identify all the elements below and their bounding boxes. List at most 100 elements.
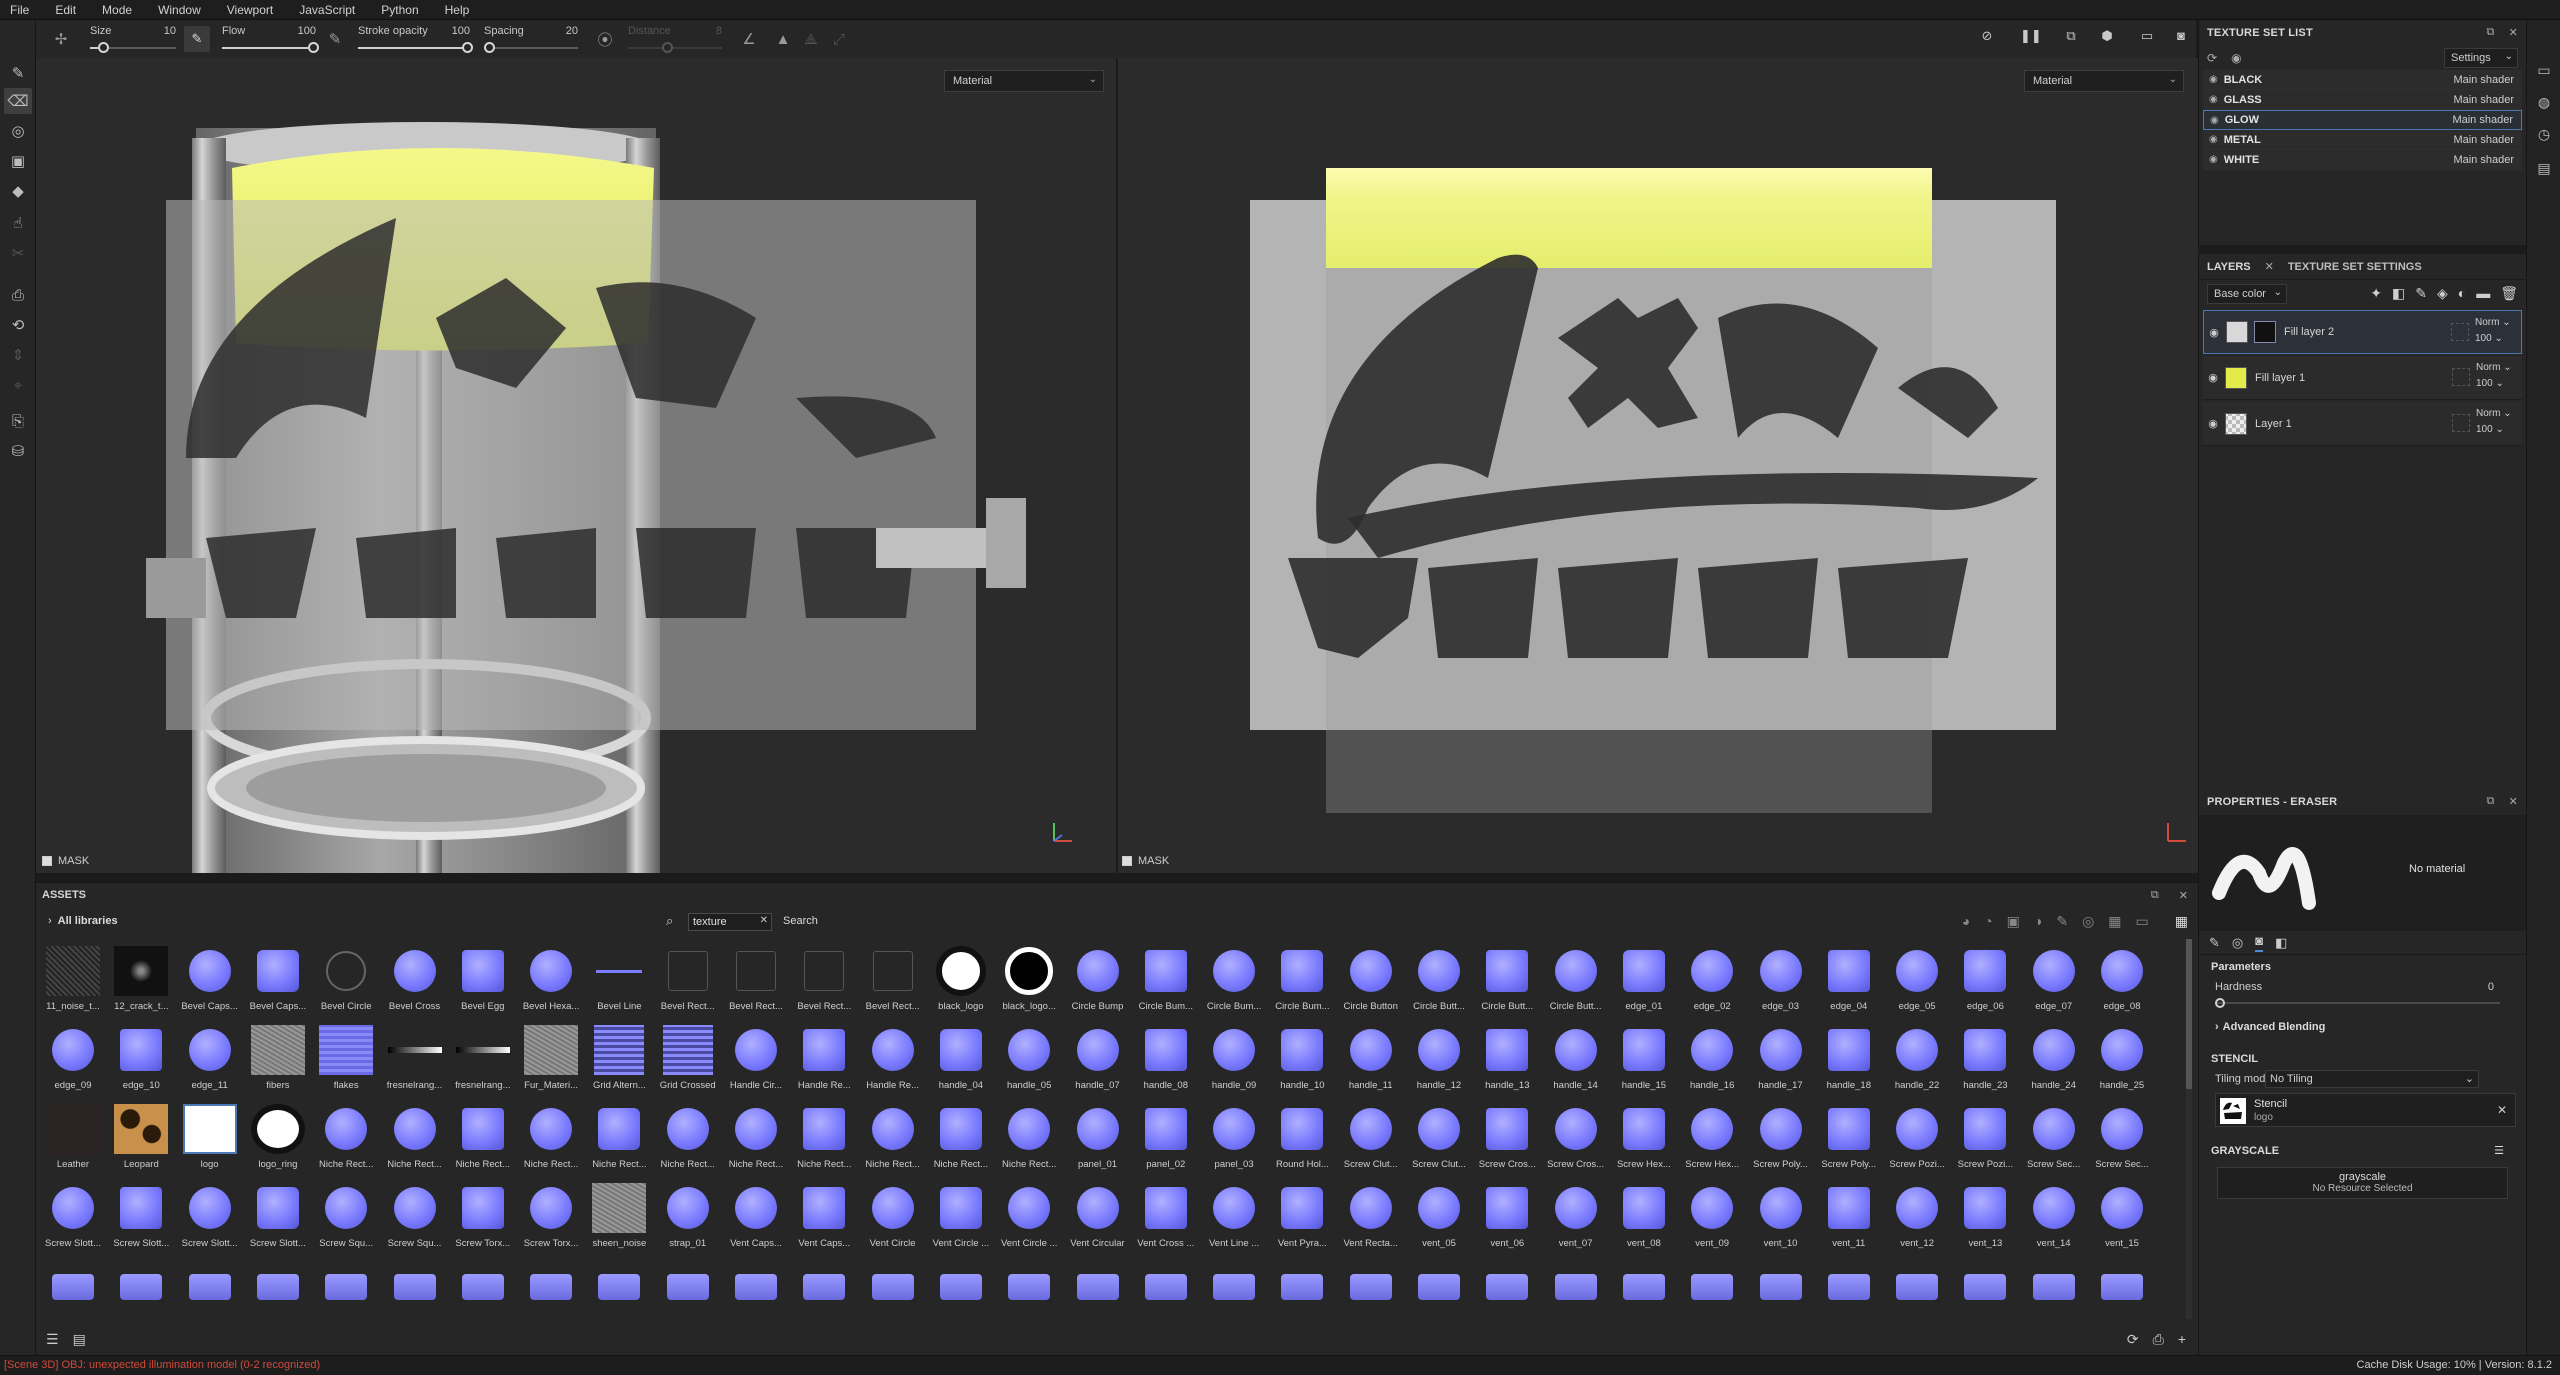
- asset-tile[interactable]: Screw Squ...: [313, 1176, 379, 1254]
- asset-tile[interactable]: handle_13: [1474, 1018, 1540, 1096]
- asset-tile[interactable]: edge_06: [1952, 939, 2018, 1017]
- asset-tile[interactable]: Niche Rect...: [860, 1097, 926, 1175]
- viewport-3d[interactable]: Material ⌄ MASK: [36, 58, 1116, 873]
- asset-tile[interactable]: [1269, 1255, 1335, 1321]
- asset-tile[interactable]: Bevel Rect...: [723, 939, 789, 1017]
- asset-tile[interactable]: Fur_Materi...: [518, 1018, 584, 1096]
- asset-tile[interactable]: Vent Circle ...: [928, 1176, 994, 1254]
- asset-tile[interactable]: strap_01: [655, 1176, 721, 1254]
- asset-tile[interactable]: Niche Rect...: [450, 1097, 516, 1175]
- asset-tile[interactable]: Bevel Cross: [382, 939, 448, 1017]
- close-icon[interactable]: ✕: [2509, 26, 2518, 39]
- texture-set-row[interactable]: ◉ GLASS Main shader: [2203, 90, 2522, 110]
- asset-tile[interactable]: Screw Slott...: [245, 1176, 311, 1254]
- asset-tile[interactable]: edge_09: [40, 1018, 106, 1096]
- add-smart-material-icon[interactable]: ◐: [2458, 285, 2466, 302]
- asset-tile[interactable]: handle_14: [1543, 1018, 1609, 1096]
- mirror-settings-icon[interactable]: ⤢: [828, 28, 850, 50]
- asset-tile[interactable]: edge_01: [1611, 939, 1677, 1017]
- layer-effects-slot[interactable]: [2452, 414, 2470, 432]
- asset-tile[interactable]: Vent Caps...: [791, 1176, 857, 1254]
- asset-tile[interactable]: logo: [177, 1097, 243, 1175]
- alpha-tab-icon[interactable]: ◙: [2255, 933, 2264, 952]
- asset-tile[interactable]: Niche Rect...: [996, 1097, 1062, 1175]
- asset-tile[interactable]: [723, 1255, 789, 1321]
- geometry-decal-tool-icon[interactable]: ▣: [4, 148, 32, 174]
- asset-tile[interactable]: vent_11: [1816, 1176, 1882, 1254]
- mirror-icon[interactable]: ▲: [772, 28, 794, 50]
- eye-icon[interactable]: ◉: [2203, 371, 2223, 384]
- spacing-slider-knob[interactable]: [484, 42, 495, 53]
- asset-tile[interactable]: logo_ring: [245, 1097, 311, 1175]
- library-icon[interactable]: ▤: [73, 1331, 86, 1348]
- grid-view-icon[interactable]: ▦: [2175, 913, 2188, 930]
- asset-tile[interactable]: Handle Re...: [860, 1018, 926, 1096]
- bake-tool-icon[interactable]: ⟲: [4, 312, 32, 338]
- filter-particles-icon[interactable]: ◎: [2082, 913, 2094, 930]
- asset-tile[interactable]: Bevel Hexa...: [518, 939, 584, 1017]
- close-icon[interactable]: ✕: [2265, 260, 2274, 273]
- asset-tile[interactable]: vent_13: [1952, 1176, 2018, 1254]
- asset-tile[interactable]: Circle Button: [1338, 939, 1404, 1017]
- close-icon[interactable]: ✕: [2179, 889, 2188, 902]
- filter-brushes-icon[interactable]: ✎: [2056, 913, 2068, 930]
- eye-icon[interactable]: ◉: [2209, 94, 2218, 105]
- asset-tile[interactable]: Circle Bum...: [1201, 939, 1267, 1017]
- asset-tile[interactable]: [1748, 1255, 1814, 1321]
- menu-python[interactable]: Python: [381, 3, 430, 17]
- screenshot-icon[interactable]: ◙: [2172, 28, 2190, 46]
- opacity-field[interactable]: 100 ⌄: [2476, 422, 2516, 438]
- viewport-3d-mode-select[interactable]: Material ⌄: [944, 70, 1104, 92]
- float-icon[interactable]: ⧉: [2487, 26, 2495, 39]
- hardness-slider[interactable]: [2215, 997, 2500, 1009]
- asset-tile[interactable]: Screw Slott...: [40, 1176, 106, 1254]
- display-settings-dock-icon[interactable]: ▭: [2535, 62, 2553, 80]
- texture-set-shader[interactable]: Main shader: [2453, 134, 2514, 146]
- eye-icon[interactable]: ◉: [2209, 154, 2218, 165]
- asset-tile[interactable]: Handle Re...: [791, 1018, 857, 1096]
- advanced-blending-toggle[interactable]: › Advanced Blending: [2199, 1017, 2526, 1037]
- asset-tile[interactable]: [245, 1255, 311, 1321]
- status-error-message[interactable]: [Scene 3D] OBJ: unexpected illumination …: [4, 1359, 320, 1371]
- layer-row[interactable]: ◉ Fill layer 2 Norm ⌄ 100 ⌄: [2203, 310, 2522, 354]
- layer-name[interactable]: Fill layer 2: [2284, 326, 2334, 338]
- asset-tile[interactable]: Circle Butt...: [1406, 939, 1472, 1017]
- asset-tile[interactable]: Circle Butt...: [1543, 939, 1609, 1017]
- asset-tile[interactable]: [1065, 1255, 1131, 1321]
- asset-tile[interactable]: [586, 1255, 652, 1321]
- asset-tile[interactable]: Grid Altern...: [586, 1018, 652, 1096]
- asset-tile[interactable]: Bevel Rect...: [860, 939, 926, 1017]
- asset-tile[interactable]: edge_11: [177, 1018, 243, 1096]
- symmetry-icon[interactable]: ✢: [50, 28, 72, 50]
- refresh-icon[interactable]: ⟳: [2207, 51, 2217, 65]
- texture-set-row[interactable]: ◉ WHITE Main shader: [2203, 150, 2522, 170]
- asset-tile[interactable]: [450, 1255, 516, 1321]
- asset-tile[interactable]: panel_02: [1133, 1097, 1199, 1175]
- float-icon[interactable]: ⧉: [2487, 795, 2495, 808]
- asset-tile[interactable]: Screw Hex...: [1679, 1097, 1745, 1175]
- asset-tile[interactable]: [860, 1255, 926, 1321]
- viewport-2d[interactable]: Material ⌄ MASK: [1118, 58, 2198, 873]
- asset-tile[interactable]: handle_12: [1406, 1018, 1472, 1096]
- menu-file[interactable]: File: [10, 3, 41, 17]
- clone-tool-icon[interactable]: ✂: [4, 240, 32, 266]
- asset-tile[interactable]: vent_12: [1884, 1176, 1950, 1254]
- asset-tile[interactable]: handle_08: [1133, 1018, 1199, 1096]
- asset-tile[interactable]: [1884, 1255, 1950, 1321]
- opacity-field[interactable]: 100 ⌄: [2476, 376, 2516, 392]
- asset-tile[interactable]: Screw Hex...: [1611, 1097, 1677, 1175]
- asset-tile[interactable]: flakes: [313, 1018, 379, 1096]
- eye-icon[interactable]: ◉: [2203, 417, 2223, 430]
- stroke-opacity-slider-knob[interactable]: [462, 42, 473, 53]
- clear-stencil-icon[interactable]: ✕: [2497, 1103, 2507, 1117]
- stencil-resource[interactable]: Stencil logo ✕: [2215, 1093, 2516, 1127]
- viewport-2d-mode-select[interactable]: Material ⌄: [2024, 70, 2184, 92]
- delete-layer-icon[interactable]: 🗑: [2500, 285, 2518, 302]
- asset-tile[interactable]: [996, 1255, 1062, 1321]
- measure-tool-icon[interactable]: ⌖: [4, 372, 32, 398]
- asset-tile[interactable]: handle_15: [1611, 1018, 1677, 1096]
- add-paint-layer-icon[interactable]: ✎: [2415, 285, 2427, 302]
- asset-tile[interactable]: [1406, 1255, 1472, 1321]
- mask-toggle-3d[interactable]: MASK: [42, 855, 89, 867]
- asset-tile[interactable]: Bevel Circle: [313, 939, 379, 1017]
